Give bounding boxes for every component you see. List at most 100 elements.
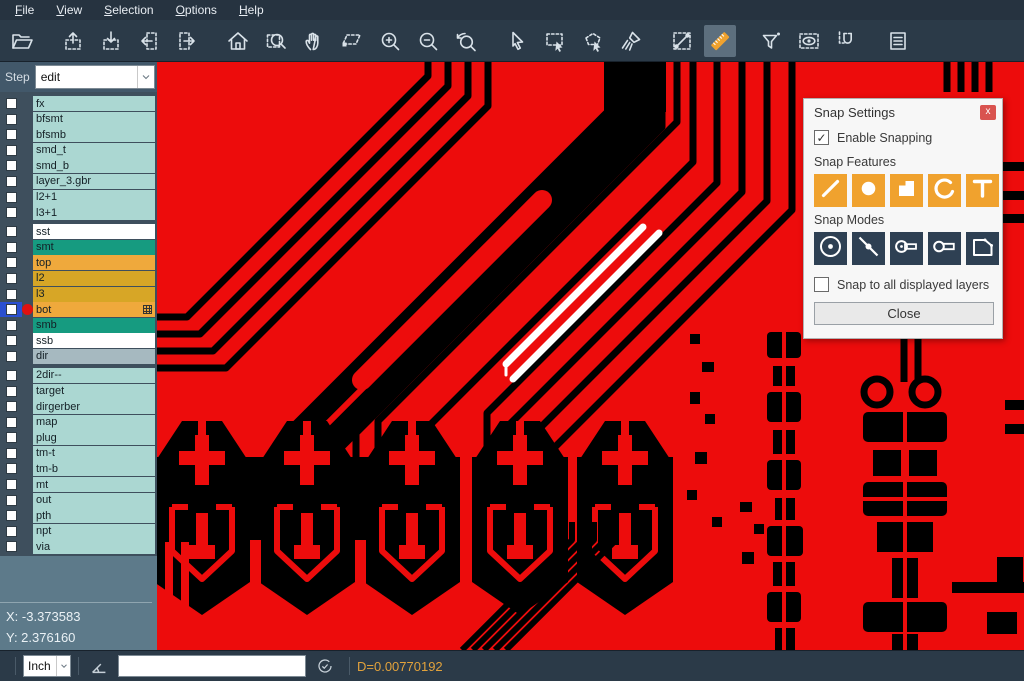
layer-visibility-checkbox[interactable] xyxy=(0,415,22,430)
layer-row-smt[interactable]: smt xyxy=(0,240,157,255)
snap-contour-button[interactable] xyxy=(966,232,999,265)
layer-visibility-checkbox[interactable] xyxy=(0,539,22,554)
layer-visibility-checkbox[interactable] xyxy=(0,333,22,348)
close-icon[interactable]: x xyxy=(980,105,996,120)
report-button[interactable] xyxy=(882,25,914,57)
layer-name[interactable]: bot xyxy=(33,302,155,317)
layer-visibility-checkbox[interactable] xyxy=(0,271,22,286)
layer-name[interactable]: layer_3.gbr xyxy=(33,174,155,189)
layer-row-bot[interactable]: bot xyxy=(0,302,157,317)
layer-visibility-checkbox[interactable] xyxy=(0,446,22,461)
snap-feature-text-button[interactable] xyxy=(966,174,999,207)
enable-snapping-checkbox[interactable]: ✓ xyxy=(814,130,829,145)
move-right-button[interactable] xyxy=(171,25,203,57)
layer-row-smd_t[interactable]: smd_t xyxy=(0,143,157,158)
measure-line-button[interactable] xyxy=(666,25,698,57)
layer-visibility-checkbox[interactable] xyxy=(0,349,22,364)
snap-outline-button[interactable] xyxy=(928,232,961,265)
select-arrow-button[interactable] xyxy=(501,25,533,57)
layer-visibility-checkbox[interactable] xyxy=(0,143,22,158)
layer-row-fx[interactable]: fx xyxy=(0,96,157,111)
snap-feature-surface-button[interactable] xyxy=(890,174,923,207)
zoom-in-button[interactable] xyxy=(374,25,406,57)
layer-row-dirgerber[interactable]: dirgerber xyxy=(0,399,157,414)
layer-visibility-checkbox[interactable] xyxy=(0,240,22,255)
layer-visibility-checkbox[interactable] xyxy=(0,384,22,399)
layer-name[interactable]: target xyxy=(33,384,155,399)
layer-name[interactable]: ssb xyxy=(33,333,155,348)
layer-name[interactable]: via xyxy=(33,539,155,554)
open-file-button[interactable] xyxy=(6,25,38,57)
layer-visibility-checkbox[interactable] xyxy=(0,477,22,492)
layer-row-tm-b[interactable]: tm-b xyxy=(0,461,157,476)
layer-visibility-checkbox[interactable] xyxy=(0,493,22,508)
layer-visibility-checkbox[interactable] xyxy=(0,205,22,220)
layer-visibility-checkbox[interactable] xyxy=(0,96,22,111)
layer-name[interactable]: bfsmt xyxy=(33,112,155,127)
angle-measure-icon[interactable] xyxy=(88,655,110,677)
layer-row-top[interactable]: top xyxy=(0,255,157,270)
layer-name[interactable]: out xyxy=(33,493,155,508)
layer-row-out[interactable]: out xyxy=(0,493,157,508)
snap-center-button[interactable] xyxy=(814,232,847,265)
layer-row-dir[interactable]: dir xyxy=(0,349,157,364)
layer-row-bfsmb[interactable]: bfsmb xyxy=(0,127,157,142)
layer-name[interactable]: l2+1 xyxy=(33,190,155,205)
layer-name[interactable]: smt xyxy=(33,240,155,255)
layer-name[interactable]: smb xyxy=(33,318,155,333)
layer-row-2dir--[interactable]: 2dir-- xyxy=(0,368,157,383)
eye-options-button[interactable] xyxy=(793,25,825,57)
home-view-button[interactable] xyxy=(222,25,254,57)
layer-name[interactable]: smd_t xyxy=(33,143,155,158)
layer-row-mt[interactable]: mt xyxy=(0,477,157,492)
layer-visibility-checkbox[interactable] xyxy=(0,287,22,302)
snap-feature-pad-button[interactable] xyxy=(852,174,885,207)
step-select[interactable]: edit xyxy=(35,65,155,89)
layer-name[interactable]: map xyxy=(33,415,155,430)
layer-visibility-checkbox[interactable] xyxy=(0,318,22,333)
layer-name[interactable]: sst xyxy=(33,224,155,239)
layer-row-target[interactable]: target xyxy=(0,384,157,399)
layer-name[interactable]: bfsmb xyxy=(33,127,155,142)
filter-button[interactable] xyxy=(755,25,787,57)
move-down-button[interactable] xyxy=(95,25,127,57)
layer-name[interactable]: dir xyxy=(33,349,155,364)
zoom-window-button[interactable] xyxy=(260,25,292,57)
layer-name[interactable]: pth xyxy=(33,508,155,523)
layer-visibility-checkbox[interactable] xyxy=(0,255,22,270)
layer-visibility-checkbox[interactable] xyxy=(0,224,22,239)
layer-name[interactable]: l3 xyxy=(33,287,155,302)
layer-row-ssb[interactable]: ssb xyxy=(0,333,157,348)
layer-row-l3[interactable]: l3 xyxy=(0,287,157,302)
command-input[interactable] xyxy=(118,655,306,677)
layer-row-pth[interactable]: pth xyxy=(0,508,157,523)
layer-name[interactable]: mt xyxy=(33,477,155,492)
zoom-previous-button[interactable] xyxy=(450,25,482,57)
layer-name[interactable]: l2 xyxy=(33,271,155,286)
move-shape-button[interactable] xyxy=(336,25,368,57)
layer-name[interactable]: tm-b xyxy=(33,461,155,476)
layer-name[interactable]: tm-t xyxy=(33,446,155,461)
menu-item-options[interactable]: Options xyxy=(165,0,228,20)
enable-snapping-row[interactable]: ✓ Enable Snapping xyxy=(814,130,992,145)
layer-visibility-checkbox[interactable] xyxy=(0,508,22,523)
snap-magnet-button[interactable] xyxy=(831,25,863,57)
dialog-title-bar[interactable]: Snap Settings x xyxy=(804,99,1002,126)
units-select[interactable]: Inch xyxy=(23,655,71,677)
layer-visibility-checkbox[interactable] xyxy=(0,524,22,539)
layer-name[interactable]: npt xyxy=(33,524,155,539)
select-polygon-button[interactable] xyxy=(577,25,609,57)
snap-on-line-button[interactable] xyxy=(852,232,885,265)
move-left-button[interactable] xyxy=(133,25,165,57)
layer-name[interactable]: 2dir-- xyxy=(33,368,155,383)
snap-centerline-button[interactable] xyxy=(890,232,923,265)
layer-row-plug[interactable]: plug xyxy=(0,430,157,445)
layer-visibility-checkbox[interactable] xyxy=(0,190,22,205)
all-layers-checkbox[interactable] xyxy=(814,277,829,292)
layer-row-map[interactable]: map xyxy=(0,415,157,430)
layer-row-l2[interactable]: l2 xyxy=(0,271,157,286)
menu-item-view[interactable]: View xyxy=(45,0,93,20)
layer-name[interactable]: l3+1 xyxy=(33,205,155,220)
layer-visibility-checkbox[interactable] xyxy=(0,368,22,383)
layer-row-layer_3.gbr[interactable]: layer_3.gbr xyxy=(0,174,157,189)
